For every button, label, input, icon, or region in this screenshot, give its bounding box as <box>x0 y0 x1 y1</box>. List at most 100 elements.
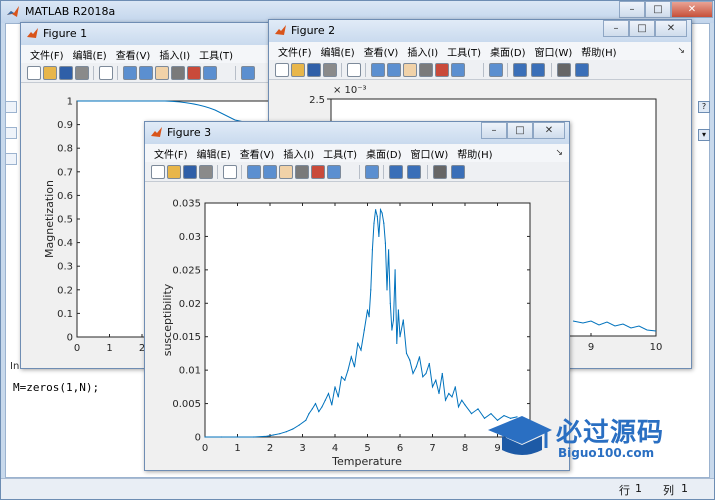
figure-1-menu-bar: 文件(F)编辑(E)查看(V)插入(I)工具(T)桌面(D) <box>21 45 274 79</box>
main-close-button[interactable]: ✕ <box>671 1 713 18</box>
panel-toggle-icon[interactable] <box>5 153 17 165</box>
panel-toggle-icon[interactable] <box>5 127 17 139</box>
menu-item[interactable]: 插入(I) <box>407 44 438 59</box>
main-minimize-button[interactable]: – <box>619 1 645 18</box>
figure-3-close-button[interactable]: ✕ <box>533 122 565 139</box>
print-icon[interactable] <box>323 63 337 77</box>
menu-item[interactable]: 编辑(E) <box>197 146 231 161</box>
toolbar-separator <box>427 165 428 179</box>
figure-2-close-button[interactable]: ✕ <box>655 20 687 37</box>
new-file-icon[interactable] <box>275 63 289 77</box>
figure-1-title-bar[interactable]: Figure 1 <box>21 23 274 45</box>
x-tick-label: 7 <box>429 443 435 454</box>
menu-item[interactable]: 窗口(W) <box>411 146 449 161</box>
menu-item[interactable]: 查看(V) <box>116 47 151 62</box>
zoom-in-icon[interactable] <box>371 63 385 77</box>
save-icon[interactable] <box>307 63 321 77</box>
open-file-icon[interactable] <box>43 66 57 80</box>
right-panel-strip: ? ▾ <box>698 101 712 157</box>
colorbar-icon[interactable] <box>389 165 403 179</box>
toolbar-separator <box>483 63 484 77</box>
data-cursor-icon[interactable] <box>187 66 201 80</box>
pan-icon[interactable] <box>155 66 169 80</box>
dock-arrow-icon[interactable]: ↘ <box>555 148 563 158</box>
menu-item[interactable]: 插入(I) <box>159 47 190 62</box>
rotate-icon[interactable] <box>171 66 185 80</box>
toolbar-separator <box>359 165 360 179</box>
new-file-icon[interactable] <box>151 165 165 179</box>
menu-item[interactable]: 文件(F) <box>30 47 64 62</box>
y-tick-label: 0.9 <box>57 120 73 131</box>
menu-item[interactable]: 帮助(H) <box>457 146 492 161</box>
menu-item[interactable]: 工具(T) <box>447 44 481 59</box>
figure-3-maximize-button[interactable]: □ <box>507 122 533 139</box>
menu-item[interactable]: 文件(F) <box>154 146 188 161</box>
menu-item[interactable]: 编辑(E) <box>321 44 355 59</box>
menu-item[interactable]: 插入(I) <box>283 146 314 161</box>
menu-item[interactable]: 工具(T) <box>323 146 357 161</box>
menu-item[interactable]: 窗口(W) <box>535 44 573 59</box>
toolbar-separator <box>341 63 342 77</box>
panel-toggle-icon[interactable] <box>5 101 17 113</box>
zoom-in-icon[interactable] <box>247 165 261 179</box>
pan-icon[interactable] <box>403 63 417 77</box>
legend-icon[interactable] <box>531 63 545 77</box>
x-tick-label: 9 <box>588 342 594 353</box>
pointer-icon[interactable] <box>347 63 361 77</box>
menu-item[interactable]: 工具(T) <box>199 47 233 62</box>
x-tick-label: 0 <box>74 343 80 354</box>
data-cursor-icon[interactable] <box>435 63 449 77</box>
menu-item[interactable]: 查看(V) <box>240 146 275 161</box>
hide-tools-icon[interactable] <box>557 63 571 77</box>
menu-item[interactable]: 查看(V) <box>364 44 399 59</box>
show-tools-icon[interactable] <box>575 63 589 77</box>
menu-item[interactable]: 文件(F) <box>278 44 312 59</box>
zoom-out-icon[interactable] <box>263 165 277 179</box>
figure-3-minimize-button[interactable]: – <box>481 122 507 139</box>
show-tools-icon[interactable] <box>451 165 465 179</box>
menu-item[interactable]: 桌面(D) <box>490 44 526 59</box>
zoom-out-icon[interactable] <box>139 66 153 80</box>
open-file-icon[interactable] <box>291 63 305 77</box>
link-plot-icon[interactable] <box>241 66 255 80</box>
legend-icon[interactable] <box>407 165 421 179</box>
save-icon[interactable] <box>59 66 73 80</box>
brush-icon[interactable] <box>203 66 217 80</box>
pointer-icon[interactable] <box>223 165 237 179</box>
rotate-icon[interactable] <box>419 63 433 77</box>
save-icon[interactable] <box>183 165 197 179</box>
zoom-in-icon[interactable] <box>123 66 137 80</box>
link-plot-icon[interactable] <box>365 165 379 179</box>
pointer-icon[interactable] <box>99 66 113 80</box>
colorbar-icon[interactable] <box>513 63 527 77</box>
panel-collapse-icon[interactable]: ▾ <box>698 129 710 141</box>
panel-help-icon[interactable]: ? <box>698 101 710 113</box>
command-line-text[interactable]: M=zeros(1,N); <box>13 381 99 394</box>
main-window-title: MATLAB R2018a <box>25 5 116 18</box>
figure-3-xlabel: Temperature <box>331 455 402 468</box>
hide-tools-icon[interactable] <box>433 165 447 179</box>
pan-icon[interactable] <box>279 165 293 179</box>
figure-icon <box>275 25 286 35</box>
dock-arrow-icon[interactable]: ↘ <box>677 46 685 56</box>
figure-3-ylabel: susceptibility <box>161 283 174 356</box>
figure-2-maximize-button[interactable]: □ <box>629 20 655 37</box>
link-plot-icon[interactable] <box>489 63 503 77</box>
brush-icon[interactable] <box>451 63 465 77</box>
open-file-icon[interactable] <box>167 165 181 179</box>
print-icon[interactable] <box>199 165 213 179</box>
toolbar-separator <box>93 66 94 80</box>
menu-item[interactable]: 桌面(D) <box>366 146 402 161</box>
print-icon[interactable] <box>75 66 89 80</box>
figure-2-minimize-button[interactable]: – <box>603 20 629 37</box>
y-tick-label: 0.03 <box>179 232 201 243</box>
brush-icon[interactable] <box>327 165 341 179</box>
main-window-controls: – □ ✕ <box>619 1 713 18</box>
data-cursor-icon[interactable] <box>311 165 325 179</box>
rotate-icon[interactable] <box>295 165 309 179</box>
new-file-icon[interactable] <box>27 66 41 80</box>
menu-item[interactable]: 帮助(H) <box>581 44 616 59</box>
zoom-out-icon[interactable] <box>387 63 401 77</box>
main-maximize-button[interactable]: □ <box>645 1 671 18</box>
menu-item[interactable]: 编辑(E) <box>73 47 107 62</box>
